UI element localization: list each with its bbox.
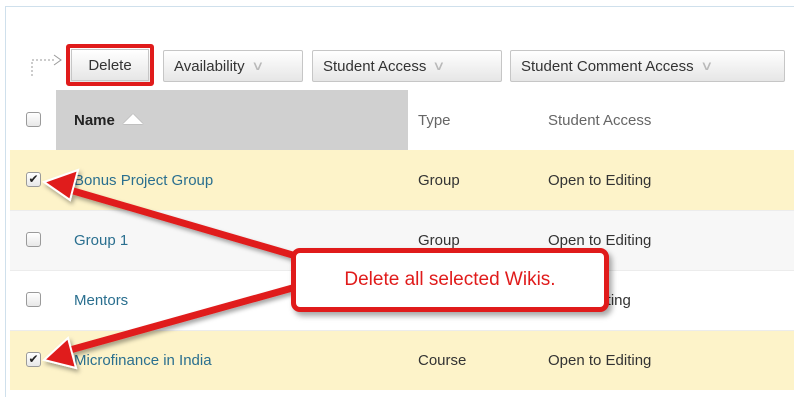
chevron-down-icon: ∨ bbox=[699, 58, 714, 73]
student-access-dropdown-button[interactable]: Student Access ∨ bbox=[312, 50, 502, 82]
action-bar-arrow-icon bbox=[31, 54, 62, 76]
row-checkbox[interactable] bbox=[26, 232, 41, 247]
name-column-header[interactable]: Name bbox=[74, 112, 143, 129]
availability-label: Availability bbox=[174, 57, 245, 75]
student-access-label: Student Access bbox=[323, 57, 427, 75]
annotation-callout: Delete all selected Wikis. bbox=[291, 248, 609, 312]
wiki-name-link[interactable]: Microfinance in India bbox=[74, 352, 212, 369]
wiki-type: Group bbox=[418, 231, 460, 249]
name-header-label: Name bbox=[74, 111, 115, 129]
table-row: ✔ Bonus Project Group Group Open to Edit… bbox=[10, 150, 794, 210]
row-divider bbox=[10, 330, 794, 331]
table-header-row: Name Type Student Access bbox=[10, 90, 794, 150]
delete-button-label: Delete bbox=[88, 56, 132, 74]
type-column-header[interactable]: Type bbox=[418, 112, 451, 129]
row-checkbox[interactable]: ✔ bbox=[26, 352, 41, 367]
wiki-student-access: Open to Editing bbox=[548, 351, 652, 369]
callout-text: Delete all selected Wikis. bbox=[344, 269, 556, 290]
select-all-checkbox[interactable] bbox=[26, 112, 41, 127]
delete-button[interactable]: Delete bbox=[66, 44, 154, 86]
student-access-column-header[interactable]: Student Access bbox=[548, 112, 651, 129]
student-comment-access-dropdown-button[interactable]: Student Comment Access ∨ bbox=[510, 50, 785, 82]
wiki-name-link[interactable]: Bonus Project Group bbox=[74, 172, 213, 189]
panel-border-top bbox=[5, 6, 794, 7]
panel-border-left bbox=[5, 6, 6, 397]
checkmark-icon: ✔ bbox=[28, 172, 39, 186]
table-row: ✔ Microfinance in India Course Open to E… bbox=[10, 330, 794, 390]
checkmark-icon: ✔ bbox=[28, 352, 39, 366]
student-comment-access-label: Student Comment Access bbox=[521, 57, 694, 75]
chevron-down-icon: ∨ bbox=[250, 58, 265, 73]
row-checkbox[interactable] bbox=[26, 292, 41, 307]
wiki-list-panel: Delete Availability ∨ Student Access ∨ S… bbox=[0, 0, 794, 397]
wiki-name-link[interactable]: Mentors bbox=[74, 292, 128, 309]
availability-dropdown-button[interactable]: Availability ∨ bbox=[163, 50, 303, 82]
row-checkbox[interactable]: ✔ bbox=[26, 172, 41, 187]
wiki-name-link[interactable]: Group 1 bbox=[74, 232, 128, 249]
row-divider bbox=[10, 210, 794, 211]
wiki-type: Course bbox=[418, 351, 467, 369]
wiki-type: Group bbox=[418, 171, 460, 189]
wiki-student-access: Open to Editing bbox=[548, 231, 652, 249]
chevron-down-icon: ∨ bbox=[432, 58, 446, 73]
wiki-student-access: Open to Editing bbox=[548, 171, 652, 189]
sort-ascending-icon bbox=[122, 113, 143, 124]
